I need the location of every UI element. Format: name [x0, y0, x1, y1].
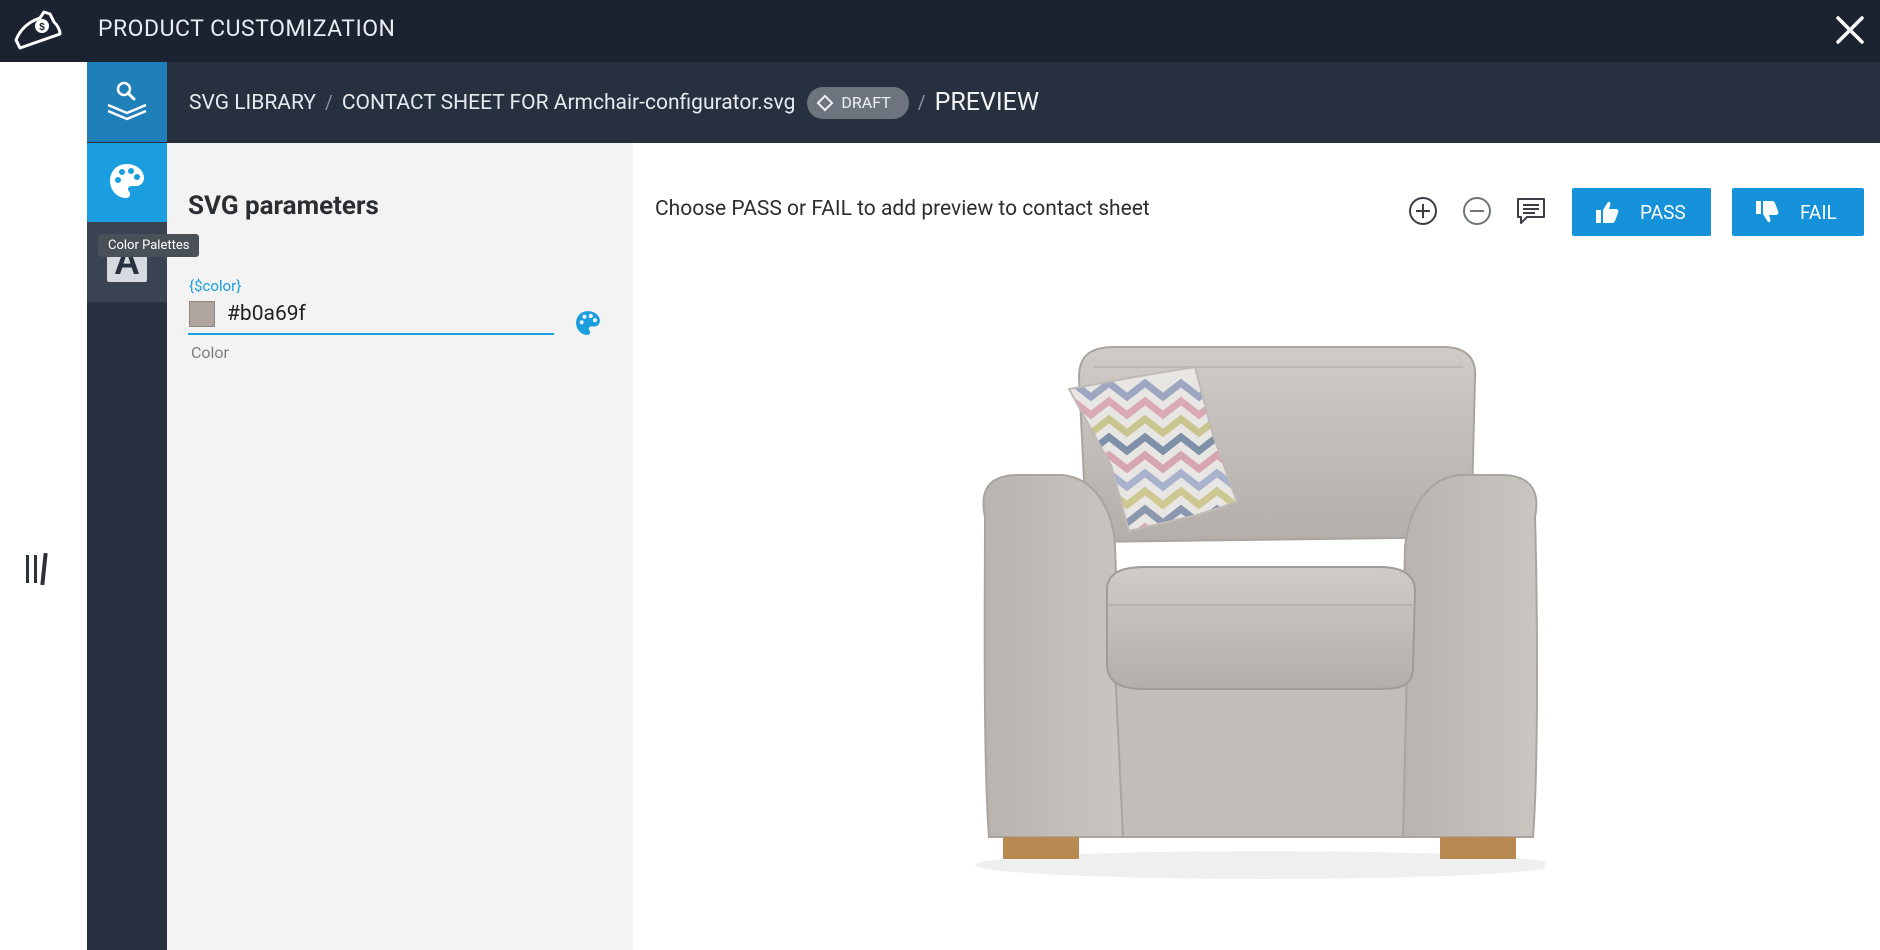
- color-field-label: Color: [191, 343, 229, 362]
- palette-picker-icon[interactable]: [574, 309, 602, 337]
- comment-icon[interactable]: [1513, 193, 1549, 229]
- pass-label: PASS: [1640, 200, 1686, 224]
- thumbs-up-icon: [1596, 201, 1619, 223]
- palette-icon: [107, 161, 147, 205]
- variable-label: {$color}: [189, 277, 242, 295]
- fail-button[interactable]: FAIL: [1732, 188, 1864, 236]
- zoom-out-icon[interactable]: [1459, 193, 1495, 229]
- breadcrumb-contact-sheet[interactable]: CONTACT SHEET FOR Armchair-configurator.…: [342, 91, 796, 115]
- instruction-text: Choose PASS or FAIL to add preview to co…: [655, 197, 1150, 221]
- panel-title: SVG parameters: [188, 191, 379, 221]
- pass-button[interactable]: PASS: [1572, 188, 1711, 236]
- panel-handle-icon[interactable]: [24, 551, 52, 587]
- color-palettes-button[interactable]: [87, 143, 167, 223]
- input-underline: [188, 333, 554, 335]
- app-title: PRODUCT CUSTOMIZATION: [98, 15, 396, 42]
- armchair-preview-image: [975, 337, 1555, 897]
- layers-icon: [104, 77, 150, 127]
- top-bar: $ PRODUCT CUSTOMIZATION: [0, 0, 1880, 62]
- color-swatch[interactable]: [189, 301, 215, 327]
- svg-text:$: $: [39, 22, 45, 33]
- breadcrumb-current: PREVIEW: [934, 88, 1040, 117]
- close-icon[interactable]: [1830, 10, 1870, 50]
- left-panel-strip: [0, 62, 87, 950]
- layers-button[interactable]: [87, 62, 167, 142]
- fail-label: FAIL: [1800, 200, 1837, 224]
- svg-parameters-panel: SVG parameters {$color} Color: [167, 143, 633, 950]
- color-field[interactable]: [227, 298, 519, 330]
- status-badge-label: DRAFT: [841, 93, 891, 112]
- breadcrumb-separator: /: [325, 91, 333, 114]
- thumbs-down-icon: [1756, 201, 1779, 223]
- tooltip: Color Palettes: [98, 234, 200, 257]
- preview-area: Choose PASS or FAIL to add preview to co…: [633, 143, 1880, 950]
- status-badge: DRAFT: [807, 86, 909, 119]
- breadcrumb-svg-library[interactable]: SVG LIBRARY: [189, 91, 316, 115]
- breadcrumb-separator: /: [917, 91, 926, 114]
- zoom-in-icon[interactable]: [1405, 193, 1441, 229]
- tool-rail: A: [87, 62, 167, 950]
- logo-icon: $: [10, 6, 66, 56]
- breadcrumb: SVG LIBRARY / CONTACT SHEET FOR Armchair…: [167, 62, 1880, 143]
- diamond-icon: [816, 94, 834, 111]
